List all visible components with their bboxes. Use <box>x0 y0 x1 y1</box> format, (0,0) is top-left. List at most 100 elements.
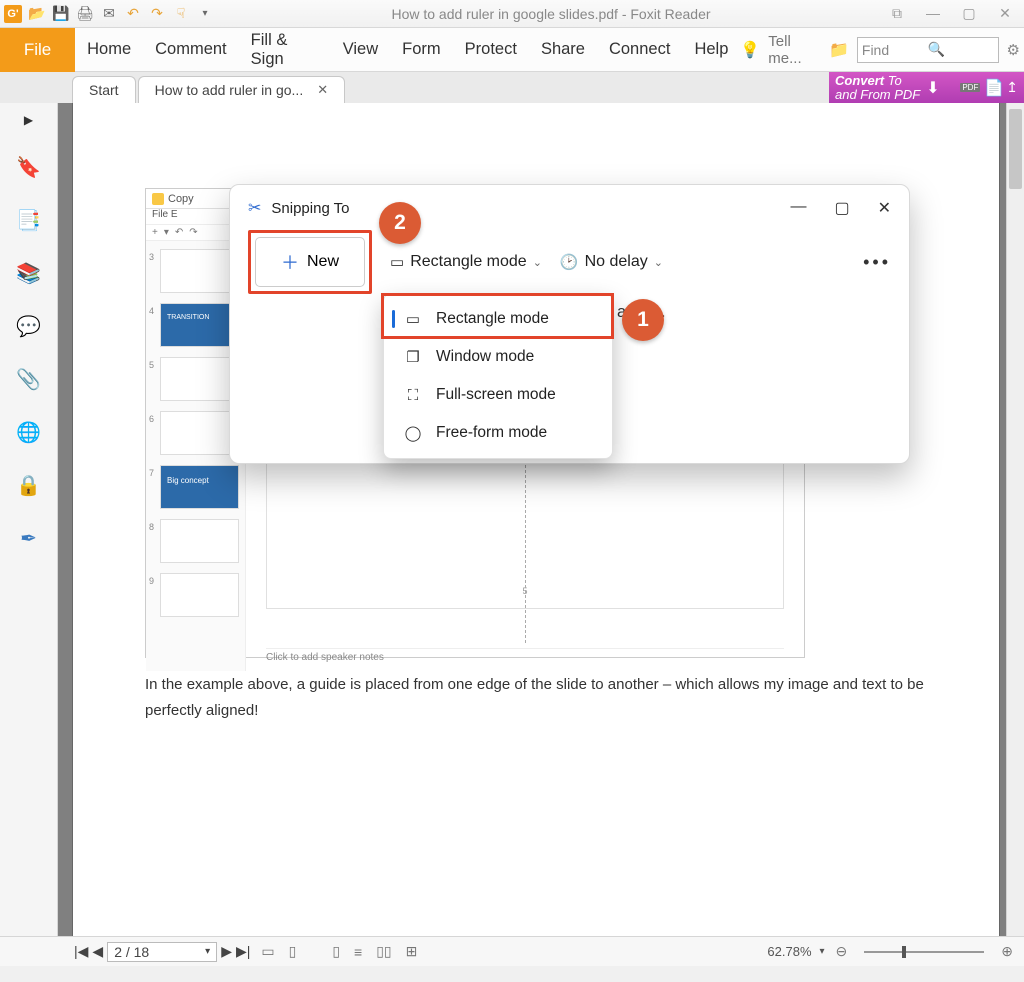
app-icon: G' <box>4 5 22 23</box>
minimize-icon[interactable]: — <box>924 5 942 22</box>
new-button[interactable]: ＋ New <box>255 237 365 287</box>
scissors-icon: ✂ <box>248 198 261 218</box>
snip-title: Snipping To <box>271 200 349 217</box>
find-placeholder: Find <box>862 42 928 58</box>
page-number-input[interactable]: 2 / 18▾ <box>107 942 217 962</box>
speaker-notes: Click to add speaker notes <box>266 648 784 663</box>
share-tab[interactable]: Share <box>529 28 597 72</box>
security-icon[interactable]: 🔒 <box>16 473 41 498</box>
fullscreen-icon: ⛶ <box>404 387 422 404</box>
zoom-level: 62.78% <box>767 944 811 959</box>
callout-badge-2: 2 <box>379 202 421 244</box>
zoom-in-icon[interactable]: ⊕ <box>998 943 1016 960</box>
tab-document[interactable]: How to add ruler in go... ✕ <box>138 76 346 103</box>
document-icon: 📄 <box>984 78 1004 98</box>
menu-window-mode[interactable]: ❐ Window mode <box>388 338 608 376</box>
help-tab[interactable]: Help <box>682 28 740 72</box>
tab-start[interactable]: Start <box>72 76 136 103</box>
gear-icon[interactable]: ⚙ <box>1007 41 1020 59</box>
mode-menu: ▭ Rectangle mode ❐ Window mode ⛶ Full-sc… <box>383 293 613 459</box>
rectangle-icon: ▭ <box>404 310 422 328</box>
snip-maximize-icon[interactable]: ▢ <box>834 198 849 218</box>
download-arrow-icon: ⬇ <box>926 78 939 98</box>
callout-box-2: ＋ New <box>248 230 372 294</box>
comments-icon[interactable]: 💬 <box>16 314 41 339</box>
redo-icon[interactable]: ↷ <box>148 5 166 23</box>
restore-down-icon[interactable]: ⧉ <box>888 5 906 22</box>
comment-tab[interactable]: Comment <box>143 28 239 72</box>
view-tab[interactable]: View <box>331 28 390 72</box>
menu-rectangle-mode[interactable]: ▭ Rectangle mode <box>388 300 608 338</box>
expand-icon[interactable]: ▶ <box>24 113 33 127</box>
folder-icon[interactable]: 📁 <box>829 40 849 60</box>
menu-free-form-mode[interactable]: ◯ Free-form mode <box>388 414 608 452</box>
first-page-icon[interactable]: |◀ <box>74 943 88 960</box>
find-input[interactable]: Find 🔍 <box>857 37 999 63</box>
zoom-out-icon[interactable]: ⊖ <box>833 943 851 960</box>
snip-close-icon[interactable]: ✕ <box>878 198 891 218</box>
slides-logo-icon <box>152 193 164 205</box>
undo-icon[interactable]: ↶ <box>124 5 142 23</box>
chevron-down-icon: ⌄ <box>654 256 663 269</box>
close-tab-icon[interactable]: ✕ <box>317 82 328 98</box>
title-bar: G' 📂 💾 🖨 ✉ ↶ ↷ ☟ ▾ How to add ruler in g… <box>0 0 1024 28</box>
scrollbar-thumb[interactable] <box>1009 109 1022 189</box>
maximize-icon[interactable]: ▢ <box>960 5 978 22</box>
bulb-icon: 💡 <box>740 40 760 60</box>
signature-icon[interactable]: ✒ <box>20 526 37 551</box>
prev-page-icon[interactable]: ◀ <box>92 943 103 960</box>
form-tab[interactable]: Form <box>390 28 453 72</box>
save-icon[interactable]: 💾 <box>52 5 70 23</box>
continuous-facing-icon[interactable]: ⊞ <box>403 943 421 960</box>
continuous-icon[interactable]: ≡ <box>351 944 365 960</box>
open-icon[interactable]: 📂 <box>28 5 46 23</box>
upload-arrow-icon: ↥ <box>1006 79 1018 96</box>
freeform-icon: ◯ <box>404 424 422 442</box>
window-title: How to add ruler in google slides.pdf - … <box>214 6 888 22</box>
more-icon[interactable]: ••• <box>863 252 891 273</box>
fill-sign-tab[interactable]: Fill & Sign <box>239 28 331 72</box>
bookmark-icon[interactable]: 🔖 <box>16 155 41 180</box>
last-page-icon[interactable]: ▶| <box>236 943 250 960</box>
clock-icon: 🕑 <box>560 253 579 271</box>
menu-full-screen-mode[interactable]: ⛶ Full-screen mode <box>388 376 608 414</box>
tell-me[interactable]: Tell me... <box>768 33 821 67</box>
attachment-icon[interactable]: 📎 <box>16 367 41 392</box>
callout-badge-1: 1 <box>622 299 664 341</box>
pages-icon[interactable]: 📑 <box>16 208 41 233</box>
zoom-dropdown-icon[interactable]: ▾ <box>820 946 825 957</box>
stamp-icon[interactable]: 🌐 <box>16 420 41 445</box>
quick-access: G' 📂 💾 🖨 ✉ ↶ ↷ ☟ ▾ <box>4 5 214 23</box>
home-tab[interactable]: Home <box>75 28 143 72</box>
status-bar: |◀ ◀ 2 / 18▾ ▶ ▶| ▭ ▯ ▯ ≡ ▯▯ ⊞ 62.78% ▾ … <box>0 936 1024 966</box>
document-tabs: Start How to add ruler in go... ✕ ▼ Conv… <box>0 72 1024 103</box>
protect-tab[interactable]: Protect <box>453 28 529 72</box>
delay-dropdown[interactable]: 🕑 No delay ⌄ <box>560 253 663 271</box>
ribbon-tabs: File Home Comment Fill & Sign View Form … <box>0 28 1024 72</box>
zoom-slider[interactable] <box>864 951 984 953</box>
email-icon[interactable]: ✉ <box>100 5 118 23</box>
window-icon: ❐ <box>404 348 422 366</box>
plus-icon: ＋ <box>281 249 299 275</box>
single-page-icon[interactable]: ▯ <box>329 943 343 960</box>
fit-page-icon[interactable]: ▭ <box>258 943 277 960</box>
snip-minimize-icon[interactable]: — <box>790 198 806 218</box>
convert-button[interactable]: Convert Toand From PDF ⬇ PDF 📄 ↥ <box>829 72 1024 103</box>
print-icon[interactable]: 🖨 <box>76 5 94 23</box>
mode-dropdown[interactable]: ▭ Rectangle mode ⌄ <box>390 253 542 271</box>
rectangle-icon: ▭ <box>390 253 404 271</box>
connect-tab[interactable]: Connect <box>597 28 682 72</box>
facing-icon[interactable]: ▯▯ <box>373 943 394 960</box>
file-tab[interactable]: File <box>0 28 75 72</box>
next-page-icon[interactable]: ▶ <box>221 943 232 960</box>
fit-width-icon[interactable]: ▯ <box>286 943 300 960</box>
side-panel: ▶ 🔖 📑 📚 💬 📎 🌐 🔒 ✒ <box>0 103 58 936</box>
hand-icon[interactable]: ☟ <box>172 5 190 23</box>
body-paragraph: In the example above, a guide is placed … <box>145 672 927 723</box>
close-icon[interactable]: ✕ <box>996 5 1014 22</box>
pdf-badge: PDF <box>960 83 980 92</box>
vertical-scrollbar[interactable] <box>1006 103 1024 936</box>
layers-icon[interactable]: 📚 <box>16 261 41 286</box>
qat-more-icon[interactable]: ▾ <box>196 5 214 23</box>
search-icon[interactable]: 🔍 <box>928 41 994 58</box>
